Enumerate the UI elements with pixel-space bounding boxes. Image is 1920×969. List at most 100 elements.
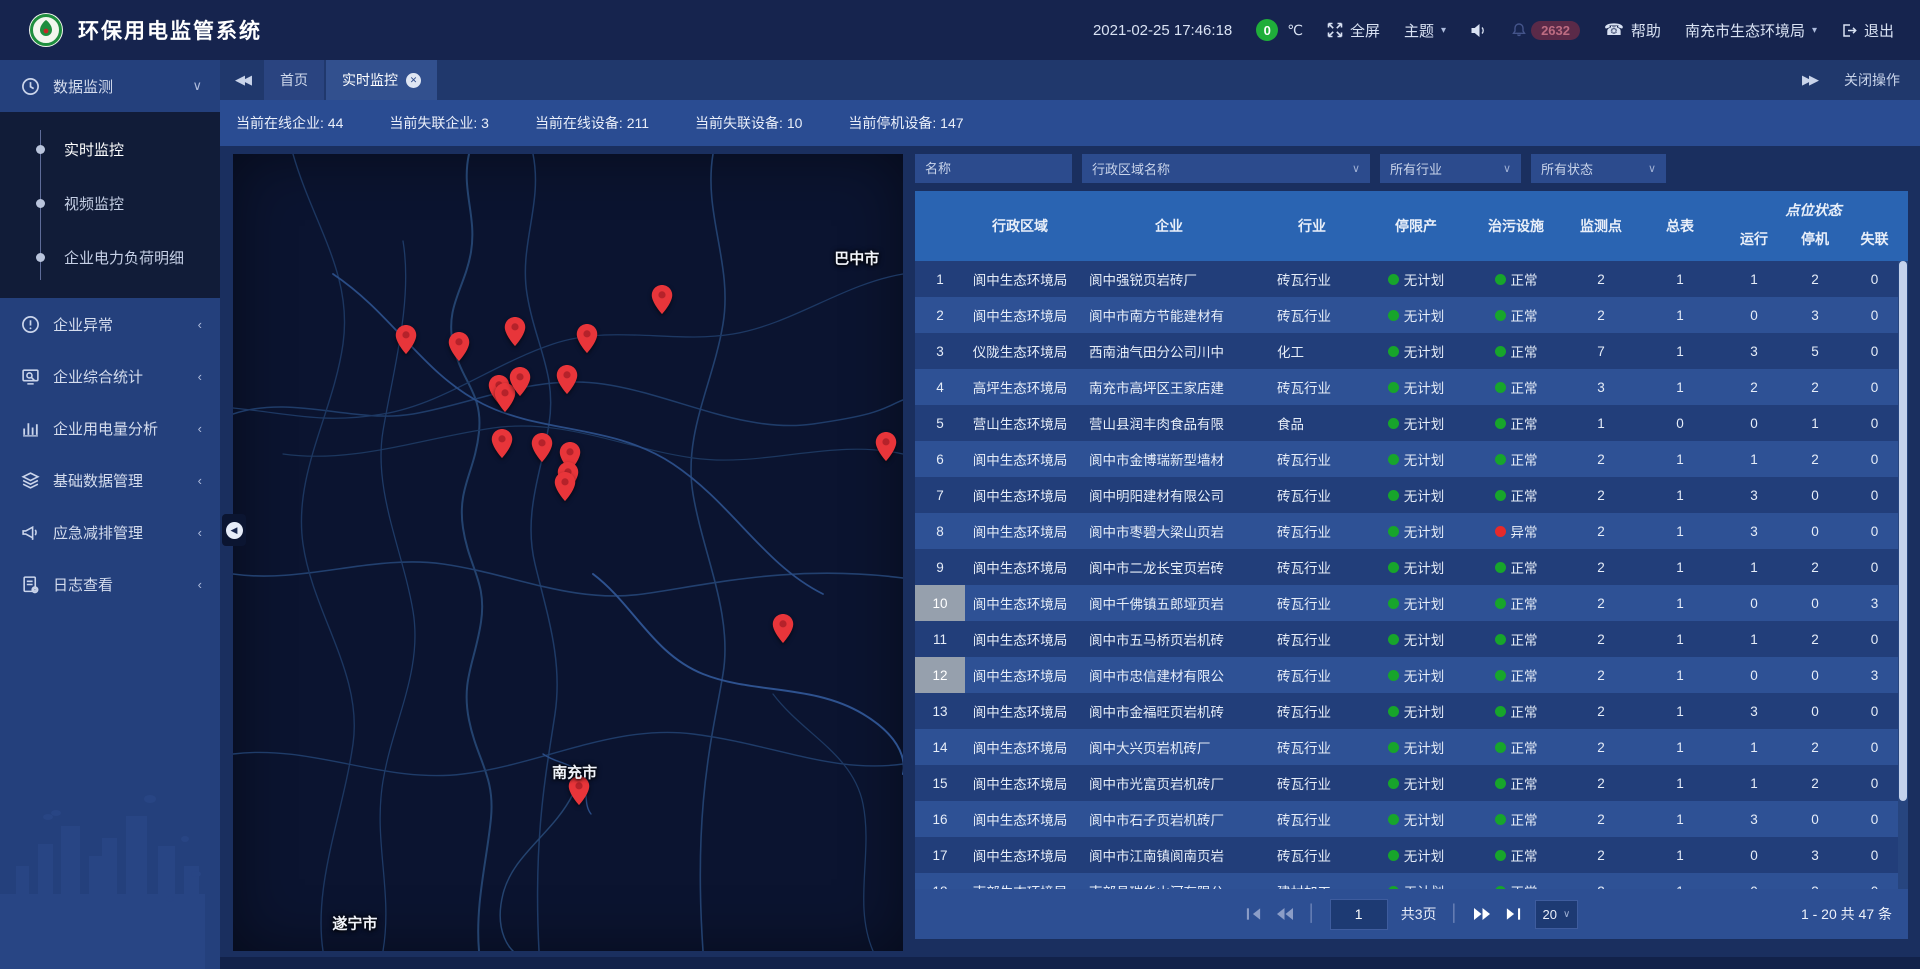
- fullscreen-button[interactable]: 全屏: [1327, 20, 1380, 41]
- name-search-input[interactable]: [915, 154, 1072, 183]
- scroll-tabs-right-icon[interactable]: ▶▶: [1802, 72, 1816, 88]
- speaker-icon[interactable]: [1470, 23, 1487, 38]
- cell-running: 0: [1719, 585, 1789, 621]
- status-dot-green: [1495, 454, 1506, 465]
- theme-dropdown[interactable]: 主题 ▾: [1404, 20, 1446, 41]
- cell-facility-status: 正常: [1471, 333, 1561, 369]
- sidebar-item-数据监测[interactable]: 数据监测∨: [0, 60, 220, 112]
- cell-plan-status: 无计划: [1361, 477, 1471, 513]
- map-pin[interactable]: [651, 285, 672, 319]
- chevron-left-icon: ‹: [198, 473, 202, 488]
- top-header: 环保用电监管系统 2021-02-25 17:46:18 0 ℃ 全屏 主题 ▾: [0, 0, 1920, 60]
- table-row[interactable]: 5营山生态环境局营山县润丰肉食品有限食品无计划正常10010: [915, 405, 1908, 441]
- map-pin[interactable]: [557, 365, 578, 399]
- notifications[interactable]: 2632: [1511, 21, 1580, 40]
- map-pin[interactable]: [876, 432, 897, 466]
- cell-running: 1: [1719, 729, 1789, 765]
- map-collapse-button[interactable]: ◀: [222, 514, 246, 546]
- map-pin[interactable]: [555, 472, 576, 506]
- cell-plan-status: 无计划: [1361, 333, 1471, 369]
- table-row[interactable]: 6阆中生态环境局阆中市金博瑞新型墙材砖瓦行业无计划正常21120: [915, 441, 1908, 477]
- table-row[interactable]: 12阆中生态环境局阆中市忠信建材有限公砖瓦行业无计划正常21003: [915, 657, 1908, 693]
- table-row[interactable]: 10阆中生态环境局阆中千佛镇五郎垭页岩砖瓦行业无计划正常21003: [915, 585, 1908, 621]
- page-size-select[interactable]: 20 ∨: [1535, 900, 1579, 929]
- cell-industry: 砖瓦行业: [1263, 657, 1361, 693]
- table-row[interactable]: 15阆中生态环境局阆中市光富页岩机砖厂砖瓦行业无计划正常21120: [915, 765, 1908, 801]
- scroll-tabs-left-icon[interactable]: ◀◀: [220, 72, 264, 88]
- column-header-行政区域: 行政区域: [965, 191, 1075, 261]
- table-row[interactable]: 14阆中生态环境局阆中大兴页岩机砖厂砖瓦行业无计划正常21120: [915, 729, 1908, 765]
- sidebar-item-日志查看[interactable]: 日志查看‹: [0, 558, 220, 610]
- map-pin[interactable]: [531, 433, 552, 467]
- sidebar-item-企业用电量分析[interactable]: 企业用电量分析‹: [0, 402, 220, 454]
- help-button[interactable]: ☎ 帮助: [1604, 20, 1661, 41]
- cell-region: 阆中生态环境局: [965, 441, 1075, 477]
- table-row[interactable]: 1阆中生态环境局阆中强锐页岩砖厂砖瓦行业无计划正常21120: [915, 261, 1908, 297]
- status-select[interactable]: 所有状态 ∨: [1531, 154, 1666, 183]
- sidebar-item-基础数据管理[interactable]: 基础数据管理‹: [0, 454, 220, 506]
- industry-select[interactable]: 所有行业 ∨: [1380, 154, 1521, 183]
- sidebar-subitem-企业电力负荷明细[interactable]: 企业电力负荷明细: [0, 230, 220, 284]
- map-pin[interactable]: [448, 332, 469, 366]
- sidebar-item-应急减排管理[interactable]: 应急减排管理‹: [0, 506, 220, 558]
- map-pin[interactable]: [491, 429, 512, 463]
- cell-total-meters: 1: [1641, 585, 1719, 621]
- map-pin[interactable]: [505, 317, 526, 351]
- cell-stopped: 3: [1789, 837, 1841, 873]
- cell-monitor-points: 2: [1561, 513, 1641, 549]
- table-row[interactable]: 8阆中生态环境局阆中市枣碧大梁山页岩砖瓦行业无计划异常21300: [915, 513, 1908, 549]
- table-scrollbar[interactable]: [1898, 261, 1908, 889]
- cell-plan-status: 无计划: [1361, 405, 1471, 441]
- scrollbar-thumb[interactable]: [1899, 261, 1907, 801]
- table-row[interactable]: 11阆中生态环境局阆中市五马桥页岩机砖砖瓦行业无计划正常21120: [915, 621, 1908, 657]
- sidebar-item-企业综合统计[interactable]: 企业综合统计‹: [0, 350, 220, 402]
- map-pin[interactable]: [576, 324, 597, 358]
- cell-running: 3: [1719, 477, 1789, 513]
- org-dropdown[interactable]: 南充市生态环境局 ▾: [1685, 20, 1817, 41]
- cell-facility-status: 正常: [1471, 801, 1561, 837]
- tab-实时监控[interactable]: 实时监控✕: [326, 60, 437, 100]
- status-dot-green: [1388, 742, 1399, 753]
- monitor-panel: 行政区域名称 ∨ 所有行业 ∨ 所有状态 ∨ 行政区域企业行业停限产治污设施监测…: [915, 154, 1908, 939]
- prev-page-button[interactable]: [1275, 907, 1294, 921]
- stats-icon: [20, 366, 40, 386]
- table-row[interactable]: 2阆中生态环境局阆中市南方节能建材有砖瓦行业无计划正常21030: [915, 297, 1908, 333]
- table-row[interactable]: 16阆中生态环境局阆中市石子页岩机砖厂砖瓦行业无计划正常21300: [915, 801, 1908, 837]
- status-dot-green: [1388, 418, 1399, 429]
- status-dot-green: [1388, 814, 1399, 825]
- table-row[interactable]: 7阆中生态环境局阆中明阳建材有限公司砖瓦行业无计划正常21300: [915, 477, 1908, 513]
- cell-stopped: 1: [1789, 405, 1841, 441]
- sidebar-item-label: 企业用电量分析: [53, 418, 158, 439]
- logout-button[interactable]: 退出: [1841, 20, 1894, 41]
- sidebar-subitem-视频监控[interactable]: 视频监控: [0, 176, 220, 230]
- table-row[interactable]: 3仪陇生态环境局西南油气田分公司川中化工无计划正常71350: [915, 333, 1908, 369]
- next-page-button[interactable]: [1473, 907, 1492, 921]
- table-row[interactable]: 9阆中生态环境局阆中市二龙长宝页岩砖砖瓦行业无计划正常21120: [915, 549, 1908, 585]
- tab-首页[interactable]: 首页: [264, 60, 324, 100]
- first-page-button[interactable]: [1245, 907, 1262, 921]
- close-operations-button[interactable]: 关闭操作: [1844, 70, 1900, 90]
- table-row[interactable]: 4高坪生态环境局南充市高坪区王家店建砖瓦行业无计划正常31220: [915, 369, 1908, 405]
- sidebar-subitem-实时监控[interactable]: 实时监控: [0, 122, 220, 176]
- status-dot-green: [1495, 742, 1506, 753]
- map[interactable]: 巴中市南充市遂宁市: [233, 154, 903, 951]
- chart-icon: [20, 418, 40, 438]
- cell-company: 阆中市金博瑞新型墙材: [1075, 441, 1263, 477]
- region-select[interactable]: 行政区域名称 ∨: [1082, 154, 1370, 183]
- page-number-input[interactable]: [1330, 899, 1388, 930]
- table-row[interactable]: 18南部生态环境局南部县瑞华山河有限公建材加工无计划正常21030: [915, 873, 1908, 889]
- map-pin[interactable]: [773, 614, 794, 648]
- table-row[interactable]: 17阆中生态环境局阆中市江南镇阆南页岩砖瓦行业无计划正常21030: [915, 837, 1908, 873]
- app-title: 环保用电监管系统: [78, 15, 262, 45]
- cell-plan-status: 无计划: [1361, 837, 1471, 873]
- map-pin[interactable]: [509, 367, 530, 401]
- table-row[interactable]: 13阆中生态环境局阆中市金福旺页岩机砖砖瓦行业无计划正常21300: [915, 693, 1908, 729]
- sidebar-item-企业异常[interactable]: 企业异常‹: [0, 298, 220, 350]
- close-tab-icon[interactable]: ✕: [406, 73, 421, 88]
- cell-index: 18: [915, 873, 965, 889]
- last-page-button[interactable]: [1505, 907, 1522, 921]
- cell-index: 15: [915, 765, 965, 801]
- cell-region: 阆中生态环境局: [965, 513, 1075, 549]
- map-pin[interactable]: [395, 325, 416, 359]
- cell-facility-status: 正常: [1471, 405, 1561, 441]
